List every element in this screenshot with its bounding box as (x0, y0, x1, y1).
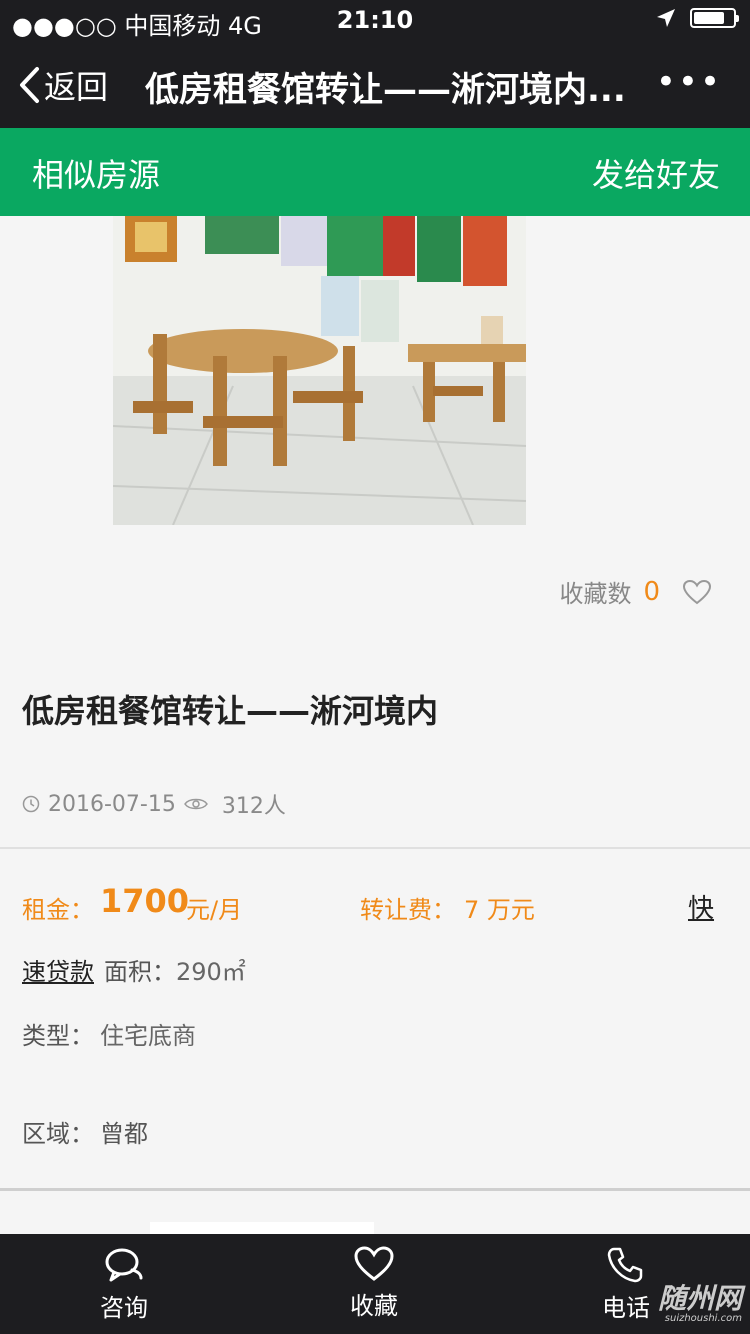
watermark-main: 随州网 (657, 1282, 742, 1315)
site-watermark: 随州网 suizhoushi.com (658, 1277, 742, 1324)
heart-icon (354, 1246, 394, 1281)
type-row: 类型： 住宅底商 (22, 1016, 196, 1051)
listing-title: 低房租餐馆转让——淅河境内 (22, 692, 439, 730)
clock-icon (22, 795, 40, 813)
battery-icon (690, 8, 739, 28)
area-value: 290㎡ (176, 958, 246, 986)
consult-button[interactable]: 咨询 (54, 1246, 194, 1323)
rent-value: 1700 (100, 882, 190, 920)
similar-listings-button[interactable]: 相似房源 (32, 150, 160, 196)
heart-outline-icon[interactable] (682, 579, 712, 605)
region-row: 区域： 曾都 (22, 1114, 148, 1149)
divider (0, 1188, 750, 1191)
region-label: 区域： (22, 1120, 94, 1148)
area-row: 速贷款 面积：290㎡ (22, 952, 246, 987)
divider (0, 847, 750, 849)
back-button[interactable]: 返回 (18, 62, 108, 108)
quick-link[interactable]: 快 (688, 888, 714, 925)
view-count: 312人 (221, 794, 286, 819)
type-value: 住宅底商 (100, 1022, 196, 1050)
listing-photo[interactable] (113, 216, 526, 525)
watermark-sub: suizhoushi.com (664, 1313, 742, 1324)
page-title: 低房租餐馆转让——淅河境内... (145, 70, 626, 110)
more-button[interactable]: ••• (656, 62, 722, 102)
location-arrow-icon (657, 9, 675, 27)
listing-meta: 2016-07-15 312人 (22, 788, 286, 820)
eye-icon (183, 798, 208, 810)
phone-icon (607, 1247, 643, 1283)
favorites-label: 收藏数 (559, 580, 632, 608)
area-label: 面积： (104, 958, 176, 986)
price-row: 租金： 1700 元/月 转让费： 7 万元 快 (22, 880, 722, 930)
post-date: 2016-07-15 (48, 791, 176, 817)
favorites-count: 收藏数 0 (559, 574, 712, 609)
favorite-button[interactable]: 收藏 (304, 1246, 444, 1321)
quick-loan-link[interactable]: 速贷款 (22, 952, 94, 987)
favorite-label: 收藏 (350, 1292, 398, 1320)
bottom-tab-bar: 咨询 收藏 电话 随州网 suizhoushi.com (0, 1234, 750, 1334)
status-bar: ●●●○○ 中国移动 4G 21:10 (0, 0, 750, 40)
transfer-fee-label: 转让费： (360, 896, 456, 924)
phone-label: 电话 (602, 1294, 650, 1322)
status-time: 21:10 (336, 6, 414, 34)
transfer-fee-value: 7 万元 (464, 896, 535, 924)
region-value: 曾都 (100, 1120, 148, 1148)
status-right (656, 8, 739, 28)
restaurant-photo-image (113, 216, 526, 525)
back-label: 返回 (44, 68, 109, 106)
action-toolbar: 相似房源 发给好友 (0, 128, 750, 216)
chat-bubble-icon (105, 1248, 143, 1282)
type-label: 类型： (22, 1022, 94, 1050)
consult-label: 咨询 (100, 1294, 148, 1322)
rent-label: 租金： (22, 896, 94, 924)
chevron-left-icon (20, 67, 39, 103)
share-to-friend-button[interactable]: 发给好友 (592, 150, 720, 196)
rent-unit: 元/月 (186, 896, 243, 924)
favorites-number: 0 (643, 576, 660, 607)
nav-bar: 返回 低房租餐馆转让——淅河境内... ••• (0, 40, 750, 128)
